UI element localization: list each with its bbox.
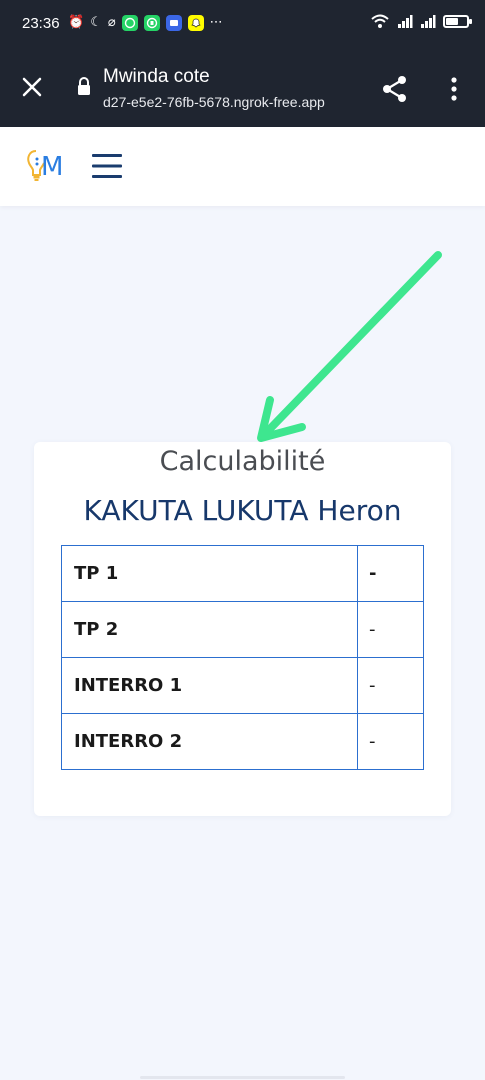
hamburger-icon[interactable] — [92, 151, 122, 181]
close-icon[interactable] — [20, 75, 44, 99]
browser-toolbar: Mwinda cote d27-e5e2-76fb-5678.ngrok-fre… — [0, 48, 485, 127]
grades-card: Calculabilité KAKUTA LUKUTA Heron TP 1 -… — [34, 442, 451, 816]
more-vert-icon[interactable] — [444, 76, 464, 102]
signal-icon — [398, 15, 413, 28]
svg-text:M: M — [41, 152, 63, 182]
lightbulb-m-logo[interactable]: M — [26, 148, 68, 184]
whatsapp-icon — [121, 15, 138, 31]
snapchat-icon — [187, 15, 204, 31]
student-name: KAKUTA LUKUTA Heron — [83, 494, 402, 527]
grade-label: TP 1 — [61, 545, 358, 602]
annotation-arrow — [257, 251, 442, 442]
table-row: INTERRO 2 - — [61, 713, 424, 770]
wifi-icon — [371, 14, 389, 28]
grade-value: - — [357, 713, 424, 770]
lock-icon[interactable] — [76, 76, 92, 96]
page-title[interactable]: Mwinda cote — [103, 66, 210, 88]
share-icon[interactable] — [380, 74, 410, 104]
status-icons-left: ⏰ ☾ ⌀ ⋯ — [68, 14, 223, 32]
status-icons-right — [370, 13, 472, 29]
grade-value: - — [357, 545, 424, 602]
grade-value: - — [357, 601, 424, 658]
course-title: Calculabilité — [159, 446, 326, 477]
whatsapp-business-icon — [143, 15, 160, 31]
alarm-icon: ⏰ — [68, 15, 85, 30]
table-row: INTERRO 1 - — [61, 657, 424, 714]
grades-table: TP 1 - TP 2 - INTERRO 1 - INTERRO 2 - — [61, 545, 424, 770]
grade-label: INTERRO 1 — [61, 657, 358, 714]
messages-icon — [165, 15, 182, 31]
more-icon: ⋯ — [209, 15, 223, 30]
table-row: TP 2 - — [61, 601, 424, 658]
status-bar: 23:36 ⏰ ☾ ⌀ ⋯ — [0, 0, 485, 48]
table-row: TP 1 - — [61, 545, 424, 602]
notifications-off-icon: ⌀ — [107, 15, 116, 30]
site-header: M — [0, 127, 485, 206]
grade-label: INTERRO 2 — [61, 713, 358, 770]
battery-icon — [443, 14, 472, 28]
status-time: 23:36 — [22, 15, 60, 32]
url-text[interactable]: d27-e5e2-76fb-5678.ngrok-free.app — [103, 94, 368, 110]
signal-icon — [421, 15, 436, 28]
grade-value: - — [357, 657, 424, 714]
grade-label: TP 2 — [61, 601, 358, 658]
moon-icon: ☾ — [90, 15, 102, 30]
home-indicator[interactable] — [140, 1076, 345, 1079]
